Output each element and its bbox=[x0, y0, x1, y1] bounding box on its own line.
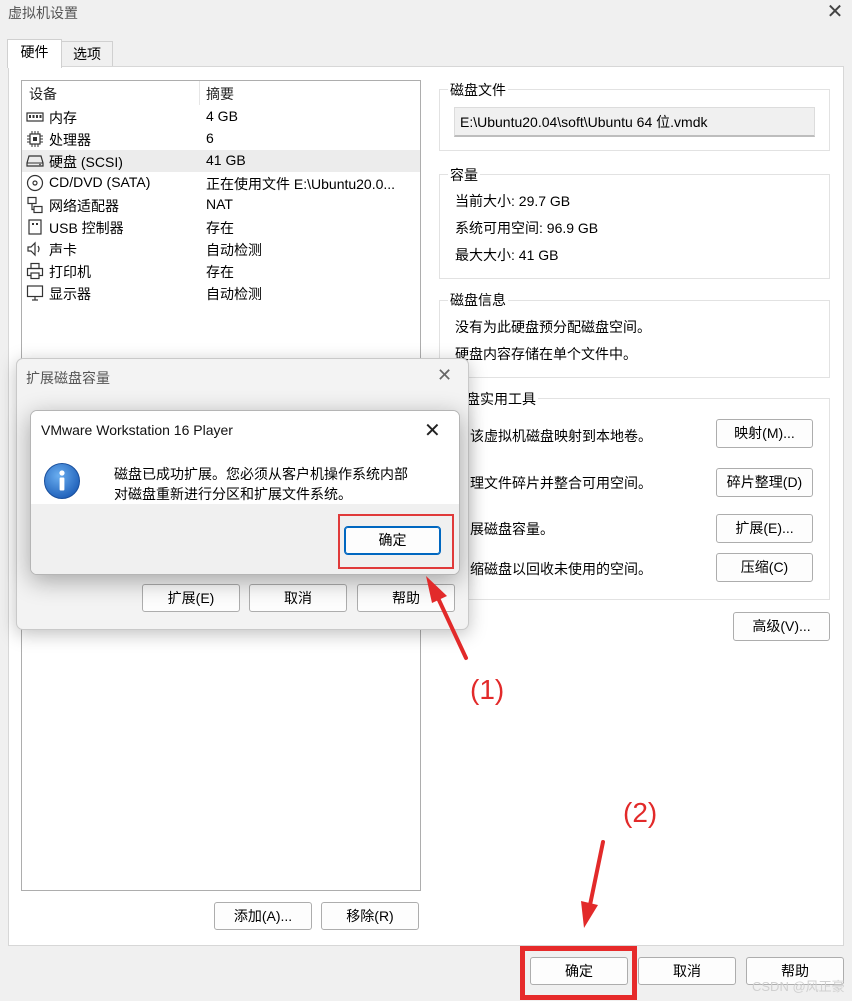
tab-hardware[interactable]: 硬件 bbox=[7, 39, 62, 68]
arrow-step-2 bbox=[581, 840, 605, 928]
watermark: CSDN @风正豪 bbox=[752, 979, 845, 994]
annotation-arrows bbox=[426, 576, 605, 928]
arrow-step-1 bbox=[426, 576, 468, 660]
annotation-step-2: (2) bbox=[623, 797, 658, 828]
annotation-step-1: (1) bbox=[470, 674, 505, 705]
